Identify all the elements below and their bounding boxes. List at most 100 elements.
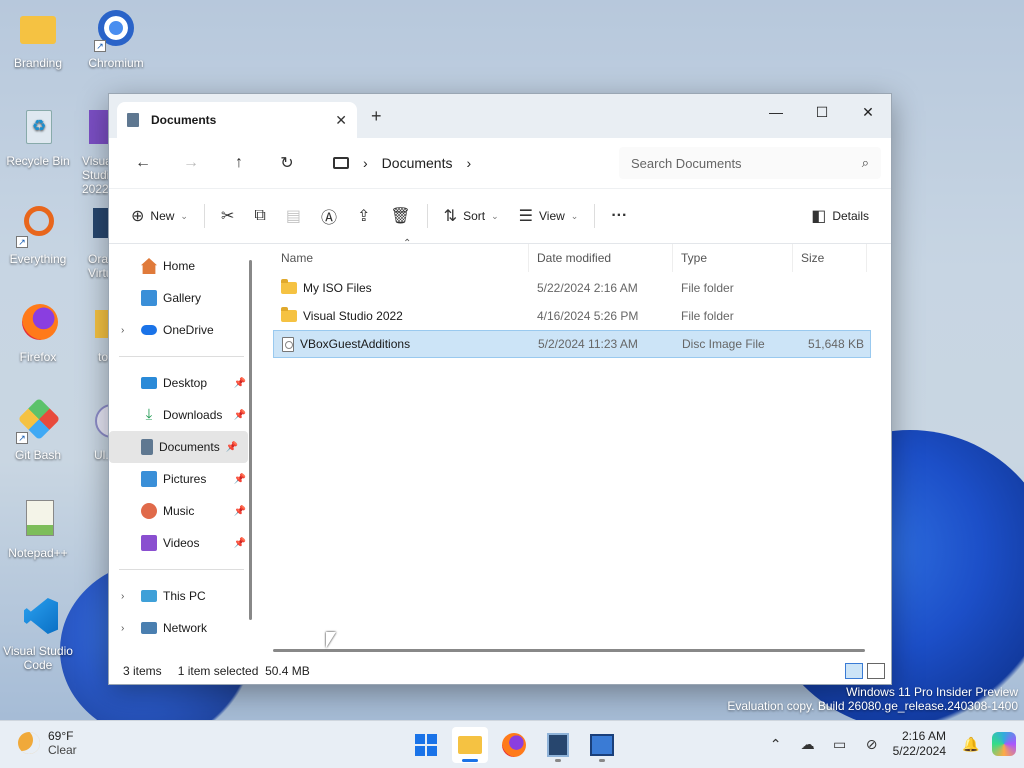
desktop-icon-folder-partial[interactable]: to...: [62, 302, 108, 364]
new-tab-button[interactable]: +: [371, 106, 382, 127]
back-icon[interactable]: ←: [119, 154, 167, 172]
network-icon: [141, 622, 157, 634]
view-button[interactable]: ☰ View ⌄: [509, 200, 589, 232]
delete-button[interactable]: 🗑: [380, 200, 420, 232]
column-header-size[interactable]: Size: [793, 244, 867, 272]
tab-documents[interactable]: Documents ✕: [117, 102, 357, 138]
desktop-icon-branding[interactable]: Branding: [0, 8, 76, 70]
minimize-button[interactable]: —: [753, 98, 799, 126]
status-bar: 3 items 1 item selected 50.4 MB: [109, 658, 891, 684]
file-row-my-iso-files[interactable]: My ISO Files 5/22/2024 2:16 AM File fold…: [273, 274, 891, 302]
taskbar-virtualbox[interactable]: [540, 727, 576, 763]
chevron-up-icon[interactable]: ⌃: [765, 736, 787, 753]
share-button[interactable]: ⇪: [347, 200, 380, 232]
tab-close-icon[interactable]: ✕: [335, 112, 347, 129]
rename-button[interactable]: Ⓐ: [311, 200, 347, 232]
desktop-icon-virtualbox[interactable]: Oracle VirtualBox: [62, 204, 108, 280]
chevron-right-icon[interactable]: ›: [121, 325, 124, 336]
desktop-icon-partial-ul[interactable]: Ul...: [62, 400, 108, 462]
pin-icon[interactable]: 📌: [226, 442, 238, 453]
copy-button[interactable]: ⧉: [244, 200, 275, 232]
divider: [119, 356, 244, 357]
details-view-icon[interactable]: [845, 663, 863, 679]
refresh-icon[interactable]: ↻: [263, 153, 311, 173]
copilot-icon[interactable]: [992, 732, 1016, 756]
documents-icon: [127, 113, 139, 127]
search-icon: ⌕: [861, 155, 869, 170]
virtualbox-icon: [93, 208, 108, 238]
network-icon[interactable]: ⊘: [861, 736, 883, 753]
share-icon: ⇪: [356, 208, 371, 225]
pin-icon[interactable]: 📌: [234, 378, 246, 389]
horizontal-scrollbar[interactable]: [273, 649, 865, 652]
nav-item-network[interactable]: › Network: [109, 612, 256, 644]
column-header-name[interactable]: Name: [273, 244, 529, 272]
details-pane-icon: ◧: [811, 208, 827, 225]
more-options-button[interactable]: ···: [601, 200, 637, 232]
breadcrumb-documents[interactable]: Documents: [382, 155, 453, 171]
taskbar-vm-window[interactable]: [584, 727, 620, 763]
nav-item-downloads[interactable]: ⤓ Downloads 📌: [109, 399, 256, 431]
nav-item-videos[interactable]: Videos 📌: [109, 527, 256, 559]
display-icon[interactable]: ▭: [829, 736, 851, 753]
desktop-icon: [141, 377, 157, 389]
chevron-right-icon[interactable]: ›: [121, 623, 124, 634]
maximize-button[interactable]: ☐: [799, 98, 845, 126]
start-button[interactable]: [408, 727, 444, 763]
folder-icon: [281, 279, 297, 294]
desktop-icon-notepadpp[interactable]: Notepad++: [0, 498, 76, 560]
sort-icon: ⇅: [443, 208, 458, 225]
file-explorer-window: Documents ✕ + — ☐ ✕ ← → ↑ ↻ › Documents …: [108, 93, 892, 685]
videos-icon: [141, 535, 157, 551]
shortcut-arrow-icon: ↗: [94, 40, 106, 52]
clock[interactable]: 2:16 AM 5/22/2024: [893, 729, 950, 759]
chevron-right-icon[interactable]: ›: [121, 591, 124, 602]
notification-bell-icon[interactable]: 🔔: [960, 736, 982, 753]
chevron-right-icon[interactable]: ›: [466, 155, 471, 171]
pin-icon[interactable]: 📌: [234, 506, 246, 517]
pin-icon[interactable]: 📌: [234, 474, 246, 485]
column-header-type[interactable]: Type: [673, 244, 793, 272]
system-tray: ⌃ ☁ ▭ ⊘ 2:16 AM 5/22/2024 🔔: [765, 729, 1016, 759]
taskbar-firefox[interactable]: [496, 727, 532, 763]
nav-scrollbar[interactable]: [249, 260, 252, 620]
this-pc-icon: [333, 157, 349, 169]
file-row-visual-studio-2022[interactable]: Visual Studio 2022 4/16/2024 5:26 PM Fil…: [273, 302, 891, 330]
desktop-icon-chromium[interactable]: ↗ Chromium: [78, 8, 154, 70]
nav-item-music[interactable]: Music 📌: [109, 495, 256, 527]
up-icon[interactable]: ↑: [215, 154, 263, 172]
new-button[interactable]: ⊕ New ⌄: [121, 200, 198, 232]
onedrive-offline-icon[interactable]: ☁: [797, 736, 819, 753]
paste-button[interactable]: ▤: [276, 200, 311, 232]
desktop-icon-vscode[interactable]: Visual Studio Code: [0, 596, 76, 672]
weather-widget[interactable]: 69°F Clear: [18, 729, 77, 757]
documents-icon: [141, 439, 153, 455]
trash-icon: 🗑: [390, 208, 411, 225]
tiles-view-icon[interactable]: [867, 663, 885, 679]
pin-icon[interactable]: 📌: [234, 410, 246, 421]
nav-item-desktop[interactable]: Desktop 📌: [109, 367, 256, 399]
sort-button[interactable]: ⇅ Sort ⌄: [434, 200, 509, 232]
nav-item-this-pc[interactable]: › This PC: [109, 580, 256, 612]
column-header-date[interactable]: Date modified: [529, 244, 673, 272]
details-button[interactable]: ◧ Details: [801, 200, 879, 232]
folder-icon: [458, 736, 482, 754]
chevron-down-icon: ⌄: [180, 210, 188, 221]
nav-item-documents[interactable]: Documents 📌: [109, 431, 248, 463]
desktop-icon-visual-studio[interactable]: Visual Studio 2022: [62, 106, 108, 196]
disc-icon: [95, 404, 108, 438]
nav-item-home[interactable]: Home: [109, 250, 256, 282]
pin-icon[interactable]: 📌: [234, 538, 246, 549]
forward-icon[interactable]: →: [167, 154, 215, 172]
close-button[interactable]: ✕: [845, 98, 891, 126]
nav-item-pictures[interactable]: Pictures 📌: [109, 463, 256, 495]
cloud-icon: [141, 325, 157, 335]
nav-item-onedrive[interactable]: › OneDrive: [109, 314, 256, 346]
file-row-vboxguestadditions[interactable]: VBoxGuestAdditions 5/2/2024 11:23 AM Dis…: [273, 330, 871, 358]
nav-item-gallery[interactable]: Gallery: [109, 282, 256, 314]
search-input[interactable]: Search Documents ⌕: [619, 147, 881, 179]
taskbar-file-explorer[interactable]: [452, 727, 488, 763]
address-bar[interactable]: › Documents ›: [323, 147, 613, 179]
cut-button[interactable]: ✂: [211, 200, 244, 232]
visual-studio-icon: [89, 110, 108, 144]
